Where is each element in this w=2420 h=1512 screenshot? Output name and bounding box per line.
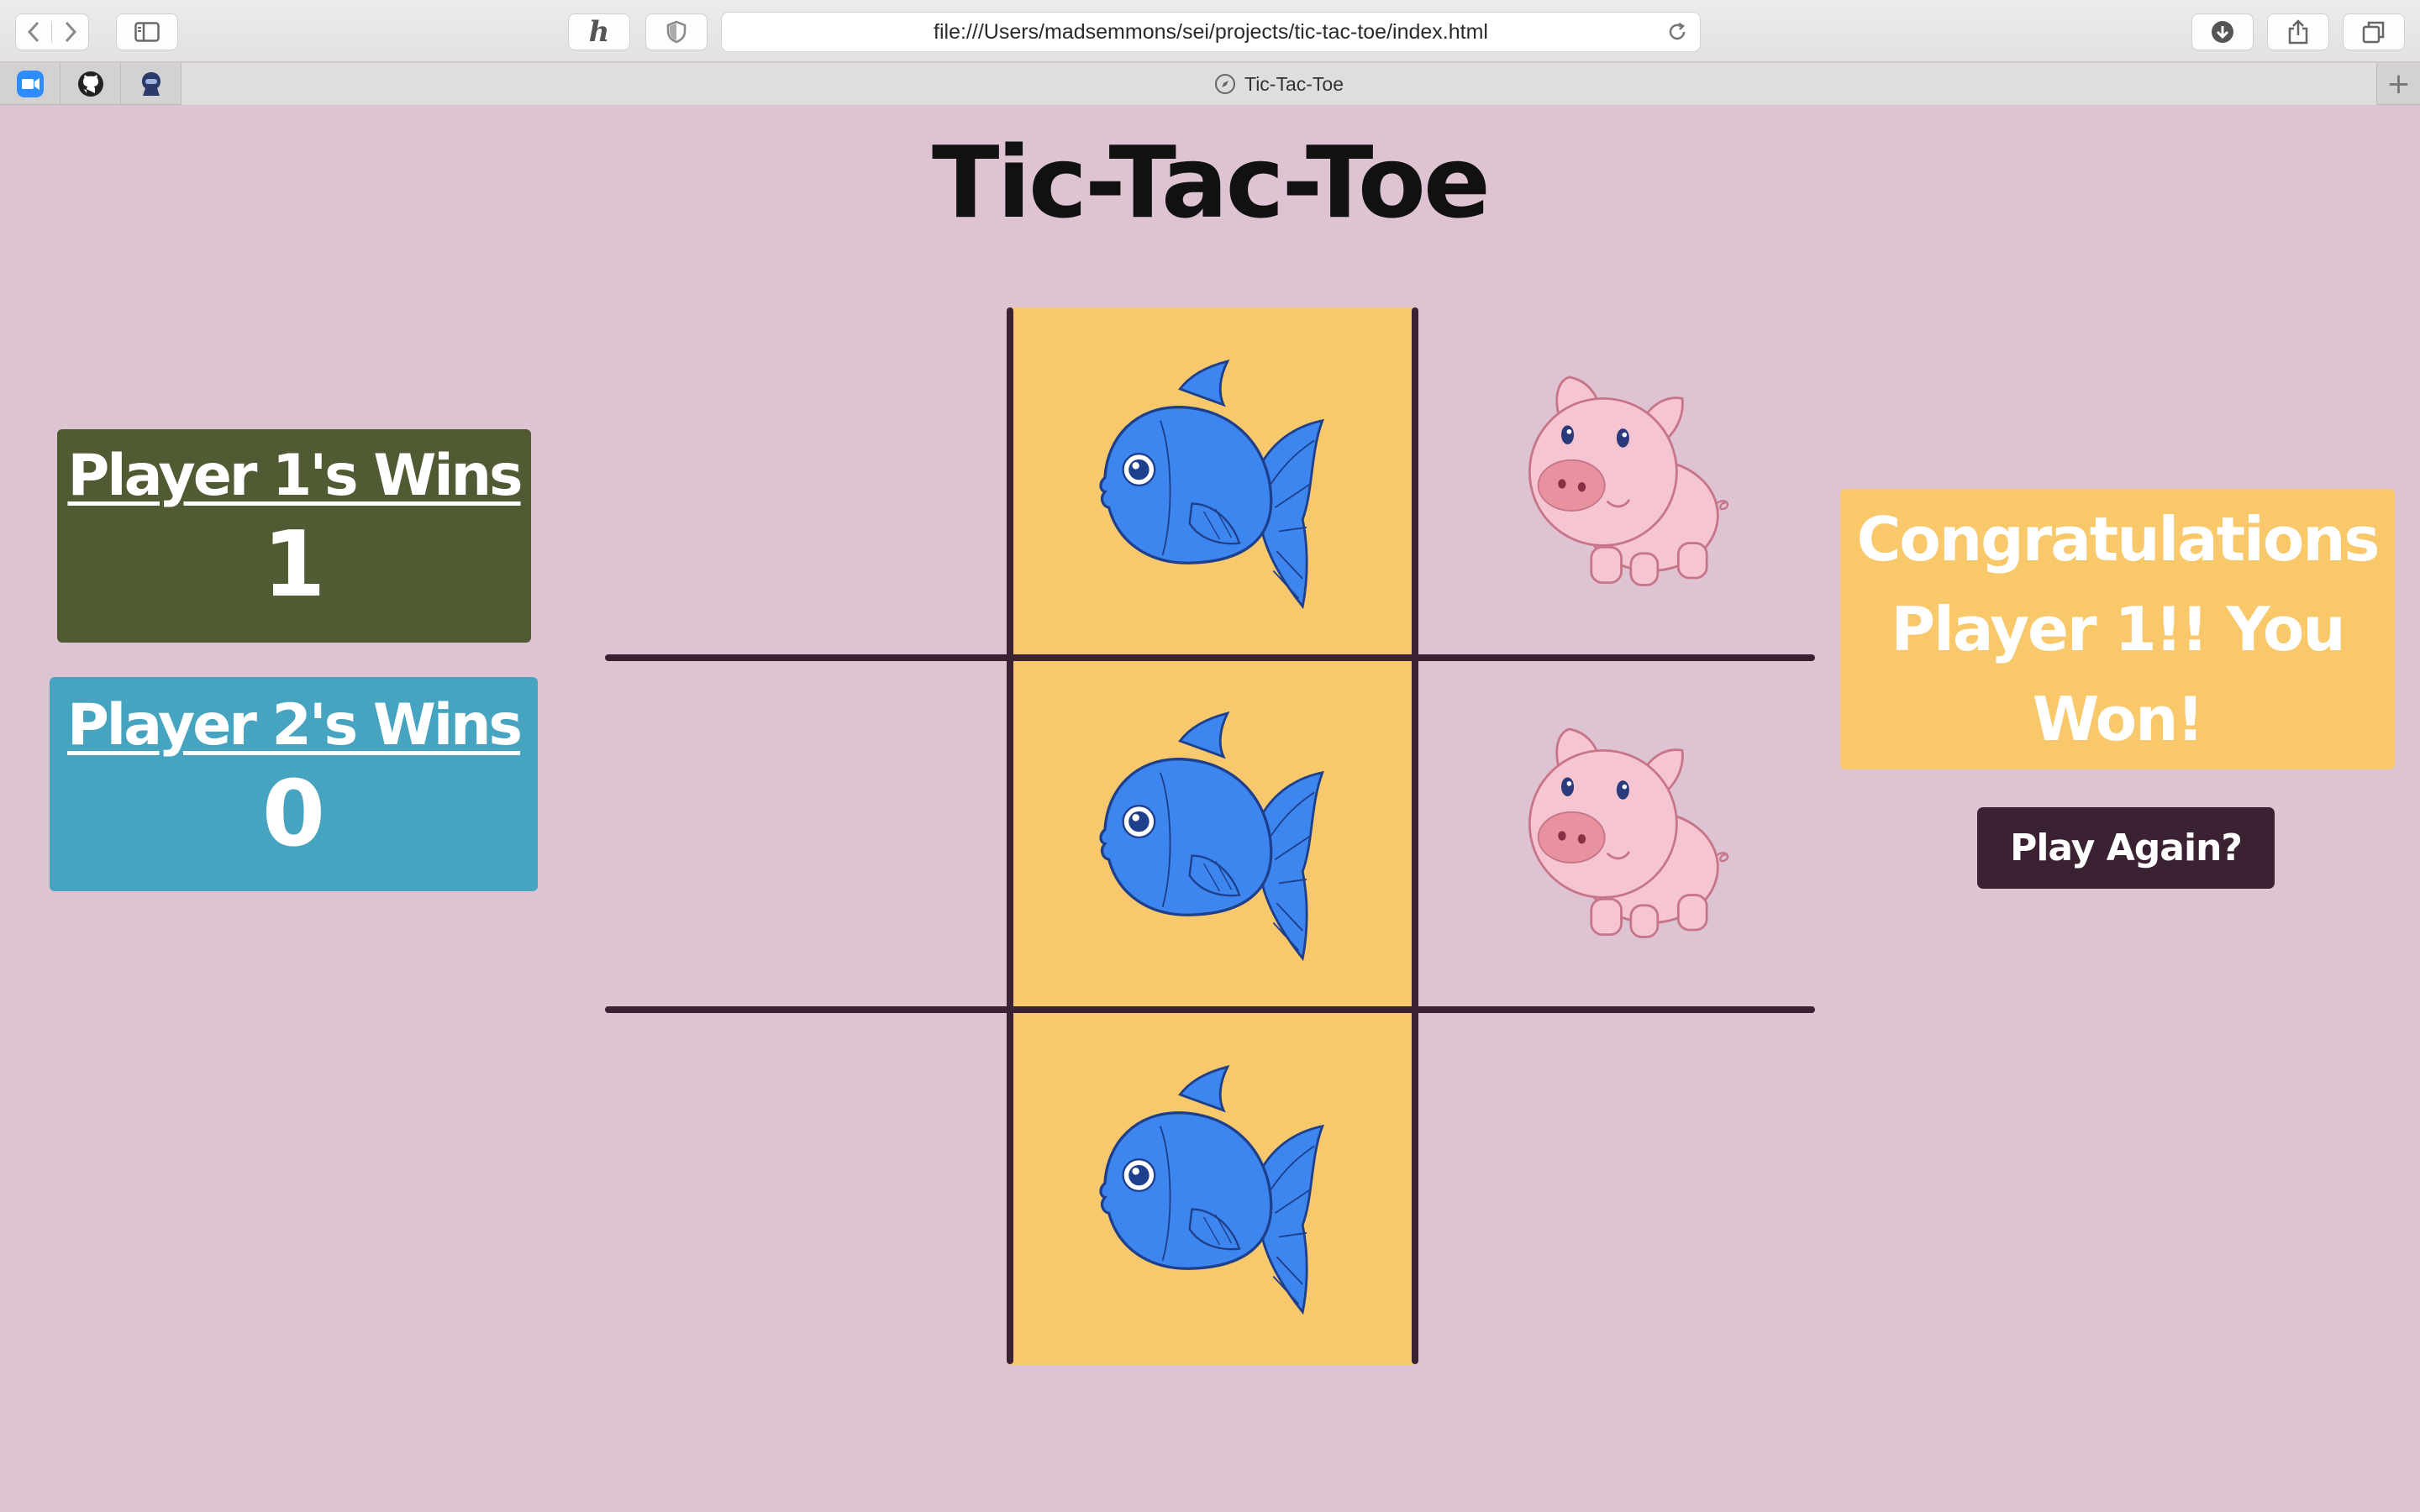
grid-line-horizontal-2 — [605, 1006, 1815, 1013]
player2-score-panel: Player 2's Wins 0 — [50, 677, 538, 891]
download-icon — [2212, 21, 2233, 43]
player1-score-panel: Player 1's Wins 1 — [57, 429, 531, 643]
sidebar-icon — [134, 22, 160, 42]
github-icon — [77, 71, 103, 97]
pig-icon — [1528, 375, 1729, 586]
pinned-tab-profile[interactable] — [121, 63, 182, 105]
board-cell-2-1[interactable] — [1010, 1013, 1413, 1365]
game-board — [605, 307, 1817, 1365]
reload-icon[interactable] — [1666, 21, 1688, 49]
tab-bar: Tic-Tac-Toe + — [0, 63, 2420, 105]
forward-icon[interactable] — [52, 21, 88, 43]
fish-icon — [1099, 711, 1324, 960]
tabs-icon — [2362, 21, 2385, 44]
url-text: file:///Users/madsemmons/sei/projects/ti… — [934, 19, 1488, 44]
pinned-tab-zoom[interactable] — [0, 63, 60, 105]
address-bar[interactable]: file:///Users/madsemmons/sei/projects/ti… — [721, 12, 1701, 52]
player2-wins-count: 0 — [261, 762, 326, 867]
share-button[interactable] — [2267, 13, 2329, 50]
pinned-tab-github[interactable] — [60, 63, 121, 105]
board-cell-2-0[interactable] — [605, 1013, 1008, 1365]
grid-line-vertical-1 — [1007, 307, 1013, 1364]
video-icon — [16, 71, 44, 97]
player2-wins-label: Player 2's Wins — [66, 692, 523, 759]
player1-wins-count: 1 — [262, 512, 326, 617]
page-title: Tic-Tac-Toe — [932, 124, 1491, 240]
downloads-button[interactable] — [2191, 13, 2254, 50]
grid-line-vertical-2 — [1412, 307, 1418, 1364]
board-cell-0-1[interactable] — [1010, 307, 1413, 659]
privacy-shield-button[interactable] — [645, 13, 708, 50]
board-cell-1-0[interactable] — [605, 659, 1008, 1011]
honey-icon: h — [588, 15, 610, 49]
profile-icon — [141, 72, 160, 96]
tab-title: Tic-Tac-Toe — [1244, 72, 1344, 95]
fish-icon — [1099, 359, 1324, 608]
player1-wins-label: Player 1's Wins — [67, 443, 523, 509]
honey-extension-button[interactable]: h — [568, 13, 630, 50]
active-tab[interactable]: Tic-Tac-Toe — [182, 63, 2376, 105]
new-tab-button[interactable]: + — [2376, 63, 2420, 105]
plus-icon: + — [2386, 67, 2411, 101]
share-icon — [2288, 19, 2308, 45]
grid-line-horizontal-1 — [605, 654, 1815, 661]
back-icon[interactable] — [16, 21, 53, 43]
board-cell-0-0[interactable] — [605, 307, 1008, 659]
board-cell-1-2[interactable] — [1413, 659, 1817, 1011]
board-cell-0-2[interactable] — [1413, 307, 1817, 659]
shield-icon — [666, 20, 687, 44]
sidebar-toggle-button[interactable] — [116, 13, 178, 50]
board-cell-1-1[interactable] — [1010, 659, 1413, 1011]
play-again-button[interactable]: Play Again? — [1977, 807, 2275, 889]
pig-icon — [1528, 727, 1729, 938]
win-message: Congratulations Player 1!! You Won! — [1840, 489, 2395, 769]
browser-toolbar: h file:///Users/madsemmons/sei/projects/… — [0, 0, 2420, 62]
board-cell-2-2[interactable] — [1413, 1013, 1817, 1365]
compass-icon — [1215, 74, 1235, 94]
fish-icon — [1099, 1064, 1324, 1314]
tab-overview-button[interactable] — [2343, 13, 2405, 50]
back-forward-buttons[interactable] — [15, 13, 89, 50]
